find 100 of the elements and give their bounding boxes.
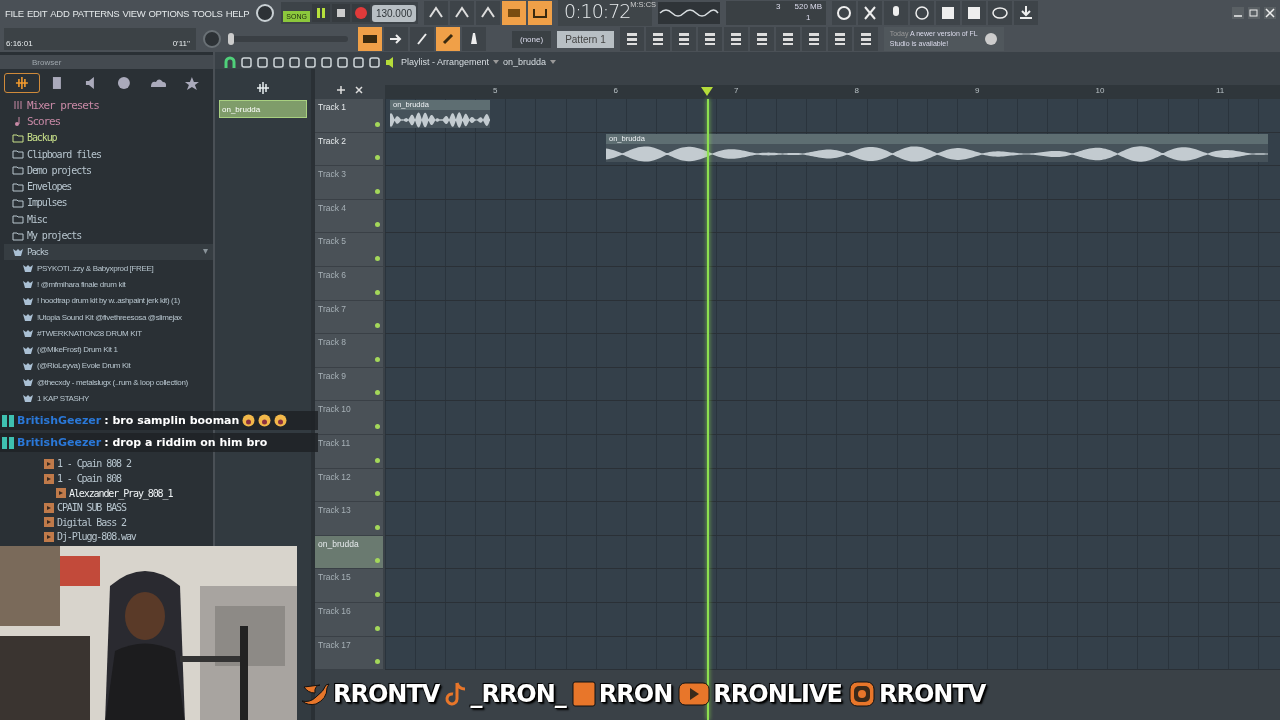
- tool-icon[interactable]: [256, 55, 269, 69]
- browser-item[interactable]: (@RioLeyva) Evole Drum Kit: [4, 357, 213, 375]
- track-lane[interactable]: [385, 300, 1280, 335]
- track-header[interactable]: Track 10: [315, 401, 383, 435]
- tool-icon[interactable]: [368, 55, 381, 69]
- toolbar-icon[interactable]: [502, 1, 527, 25]
- magnet-icon[interactable]: [223, 55, 237, 69]
- waveform-icon[interactable]: [4, 73, 40, 93]
- toolbar-icon[interactable]: [801, 27, 826, 51]
- mute-dot[interactable]: [375, 155, 380, 161]
- browser-item[interactable]: Misc: [4, 211, 213, 228]
- track-lane[interactable]: [385, 434, 1280, 469]
- tool-icon[interactable]: [352, 55, 365, 69]
- toolbar-icon[interactable]: [450, 1, 475, 25]
- mute-dot[interactable]: [375, 558, 380, 564]
- tool-icon[interactable]: [288, 55, 301, 69]
- tool-icon[interactable]: [336, 55, 349, 69]
- cut-icon[interactable]: [858, 1, 883, 25]
- browser-item[interactable]: (@MikeFrost) Drum Kit 1: [4, 341, 213, 358]
- toolbar-icon[interactable]: [723, 27, 748, 51]
- track-header[interactable]: Track 17: [315, 636, 383, 671]
- track-header[interactable]: Track 3: [315, 166, 383, 200]
- browser-item[interactable]: ! hoodtrap drum kit by w..ashpaint jerk kit) (1): [4, 292, 213, 309]
- menu-item[interactable]: TOOLS: [192, 7, 223, 19]
- track-lane[interactable]: [385, 636, 1280, 671]
- browser-item[interactable]: ! @mfmihara finale drum kit: [4, 276, 213, 293]
- block-logo-icon[interactable]: [571, 681, 596, 707]
- minimize-icon[interactable]: [1232, 7, 1244, 19]
- track-header[interactable]: Track 12: [315, 468, 383, 503]
- download-icon[interactable]: [1014, 1, 1039, 25]
- tempo-display[interactable]: 130.000: [371, 4, 417, 22]
- tool-icon[interactable]: [272, 55, 285, 69]
- track-lane[interactable]: [385, 233, 1280, 267]
- track-header[interactable]: Track 11: [315, 434, 383, 469]
- mute-dot[interactable]: [375, 625, 380, 631]
- pen-icon[interactable]: [410, 27, 434, 51]
- mute-dot[interactable]: [375, 423, 380, 429]
- track-lane[interactable]: [385, 401, 1280, 435]
- track-header[interactable]: Track 9: [315, 367, 383, 402]
- mute-dot[interactable]: [375, 491, 380, 497]
- browser-item[interactable]: #TWERKNATION28 DRUM KIT: [4, 325, 213, 342]
- pattern-selector[interactable]: Pattern 1: [557, 30, 614, 48]
- mute-dot[interactable]: [375, 255, 380, 261]
- pause-icon[interactable]: [311, 4, 330, 22]
- browser-item[interactable]: CPAIN SUB BASS: [4, 500, 213, 515]
- browser-item[interactable]: Packs: [4, 243, 213, 260]
- mute-dot[interactable]: [375, 457, 380, 463]
- track-lane[interactable]: [385, 166, 1280, 200]
- playhead-marker[interactable]: [701, 87, 713, 96]
- mute-dot[interactable]: [375, 121, 380, 127]
- mute-dot[interactable]: [375, 289, 380, 295]
- toolbar-icon[interactable]: [476, 1, 501, 25]
- toolbar-icon[interactable]: [424, 1, 449, 25]
- track-header[interactable]: Track 13: [315, 502, 383, 536]
- browser-item[interactable]: PSYKOTI..zzy & Babyxprod [FREE]: [4, 259, 213, 277]
- track-header[interactable]: Track 1: [315, 99, 383, 133]
- toolbar-icon[interactable]: [645, 27, 670, 51]
- toolbar-icon[interactable]: [697, 27, 722, 51]
- browser-item[interactable]: 1 - Cpain 808: [4, 471, 213, 486]
- track-lane[interactable]: [385, 602, 1280, 637]
- track-lane[interactable]: [385, 199, 1280, 234]
- track-lane[interactable]: [385, 502, 1280, 536]
- menu-item[interactable]: EDIT: [26, 7, 48, 19]
- mute-dot[interactable]: [375, 323, 380, 329]
- track-header[interactable]: Track 7: [315, 300, 383, 335]
- menu-item[interactable]: FILE: [5, 7, 24, 19]
- toolbar-icon[interactable]: [853, 27, 878, 51]
- browser-item[interactable]: Backup: [4, 129, 213, 146]
- menu-item[interactable]: OPTIONS: [148, 7, 190, 19]
- mute-dot[interactable]: [375, 188, 380, 194]
- caret-icon[interactable]: [492, 59, 501, 65]
- microphone-icon[interactable]: [884, 1, 909, 25]
- menu-item[interactable]: ADD: [50, 7, 70, 19]
- browser-item[interactable]: Mixer presets: [4, 97, 213, 114]
- toolbar-icon[interactable]: [671, 27, 696, 51]
- mute-dot[interactable]: [375, 659, 380, 665]
- playlist-title[interactable]: Playlist - Arrangement: [401, 57, 490, 67]
- caret-icon[interactable]: [202, 248, 209, 256]
- tool-icon[interactable]: [320, 55, 333, 69]
- music-note-icon[interactable]: [445, 681, 468, 707]
- browser-item[interactable]: Clipboard files: [4, 145, 213, 163]
- browser-item[interactable]: My projects: [4, 227, 213, 244]
- close-icon[interactable]: [354, 85, 364, 95]
- timeline-ruler[interactable]: 5 6 7 8 9 10 11: [385, 85, 1280, 99]
- toolbar-icon[interactable]: [827, 27, 852, 51]
- track-header[interactable]: on_brudda: [315, 535, 383, 570]
- browser-item[interactable]: @thecxdy - metalslugx (..rum & loop collection): [4, 374, 213, 391]
- browser-item[interactable]: Demo projects: [4, 162, 213, 179]
- toolbar-icon[interactable]: [749, 27, 774, 51]
- caret-icon[interactable]: [549, 59, 558, 65]
- master-pitch-slider[interactable]: [228, 36, 348, 42]
- track-header[interactable]: Track 6: [315, 266, 383, 301]
- bird-icon[interactable]: [300, 681, 330, 707]
- browser-item[interactable]: Alexzander_Pray_808_1: [4, 485, 213, 501]
- browser-item[interactable]: Scores: [4, 113, 213, 130]
- track-header[interactable]: Track 16: [315, 602, 383, 637]
- track-lane[interactable]: [385, 569, 1280, 603]
- mute-dot[interactable]: [375, 524, 380, 530]
- track-header[interactable]: Track 4: [315, 199, 383, 234]
- browser-item[interactable]: Envelopes: [4, 178, 213, 195]
